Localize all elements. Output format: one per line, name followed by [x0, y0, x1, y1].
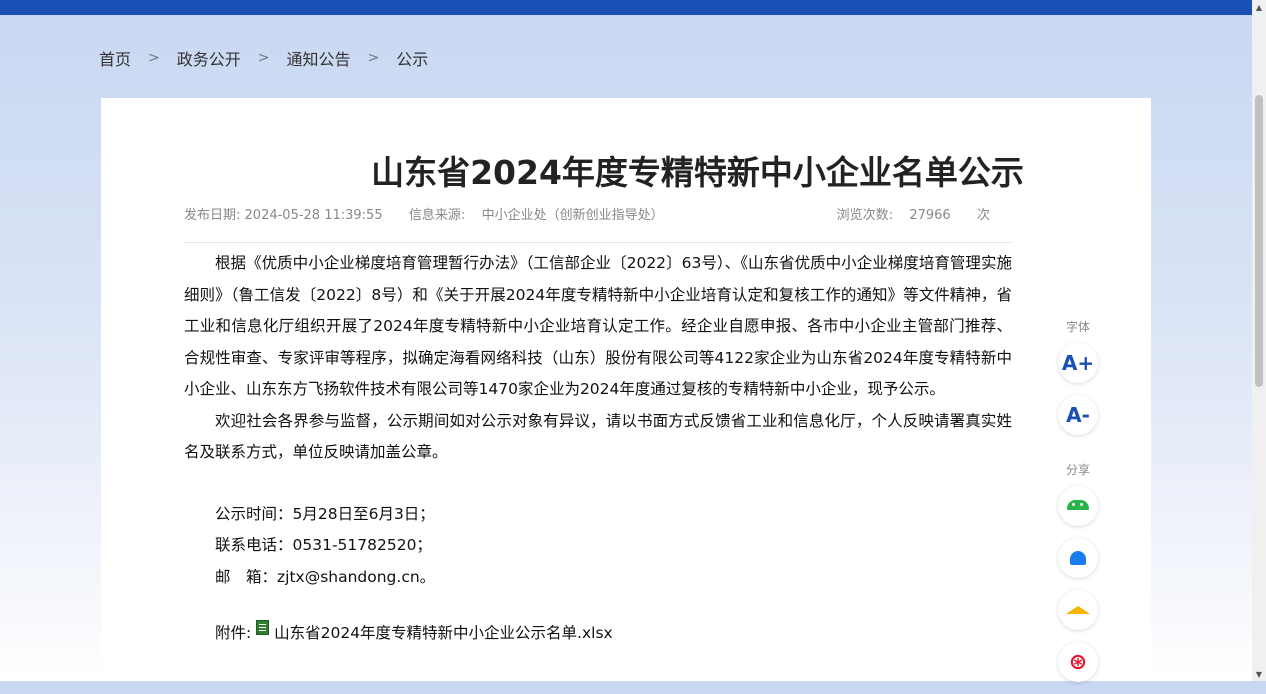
- article-title: 山东省2024年度专精特新中小企业名单公示: [371, 153, 1024, 192]
- share-qq-button[interactable]: [1058, 538, 1098, 578]
- paragraph-1: 根据《优质中小企业梯度培育管理暂行办法》（工信部企业〔2022〕63号）、《山东…: [184, 254, 1012, 398]
- scroll-up-arrow-icon[interactable]: ▲: [1252, 0, 1266, 14]
- contact-email: 邮 箱：zjtx@shandong.cn。: [215, 567, 436, 586]
- views-label: 浏览次数:: [836, 208, 894, 223]
- top-banner-bar: [0, 0, 1252, 15]
- wechat-icon: [1067, 500, 1089, 510]
- font-size-label: 字体: [1065, 320, 1090, 334]
- font-increase-button[interactable]: A+: [1058, 343, 1098, 383]
- breadcrumb-publicity[interactable]: 公示: [396, 46, 428, 70]
- breadcrumb-separator: >: [367, 50, 380, 66]
- attachment-link[interactable]: 山东省2024年度专精特新中小企业公示名单.xlsx: [274, 624, 613, 642]
- scroll-thumb[interactable]: [1255, 95, 1263, 387]
- share-weibo-button[interactable]: ⊛: [1058, 642, 1098, 682]
- font-decrease-icon: A-: [1066, 403, 1090, 427]
- breadcrumb: 首页 > 政务公开 > 通知公告 > 公示: [99, 46, 428, 70]
- share-label: 分享: [1065, 463, 1090, 477]
- breadcrumb-separator: >: [148, 50, 160, 66]
- weibo-icon: ⊛: [1068, 649, 1088, 675]
- breadcrumb-home[interactable]: 首页: [99, 46, 131, 70]
- attachment-label: 附件:: [215, 624, 252, 642]
- article-meta: 发布日期: 2024-05-28 11:39:55 信息来源: 中小企业处（创新…: [184, 204, 1012, 223]
- share-qzone-button[interactable]: [1058, 590, 1098, 630]
- meta-divider: [184, 242, 1012, 243]
- article-body: 根据《优质中小企业梯度培育管理暂行办法》（工信部企业〔2022〕63号）、《山东…: [184, 248, 1012, 650]
- date-label: 发布日期:: [184, 208, 241, 223]
- font-increase-icon: A+: [1061, 351, 1095, 375]
- breadcrumb-gov-affairs[interactable]: 政务公开: [177, 46, 241, 70]
- paragraph-2: 欢迎社会各界参与监督，公示期间如对公示对象有异议，请以书面方式反馈省工业和信息化…: [184, 411, 1012, 462]
- article-title-wrap: 山东省2024年度专精特新中小企业名单公示: [101, 146, 1266, 194]
- views-count: 27966: [909, 208, 951, 223]
- attachment-row: 附件: 山东省2024年度专精特新中小企业公示名单.xlsx: [184, 618, 1012, 650]
- breadcrumb-notices[interactable]: 通知公告: [287, 46, 351, 70]
- publicity-period: 公示时间：5月28日至6月3日；: [215, 504, 435, 523]
- source-label: 信息来源:: [408, 208, 466, 223]
- page-scrollbar[interactable]: ▲ ▼: [1252, 0, 1266, 681]
- side-toolbar: 字体 A+ A- 分享 ⊛: [1056, 318, 1100, 694]
- breadcrumb-separator: >: [257, 50, 270, 66]
- share-wechat-button[interactable]: [1058, 486, 1098, 526]
- publish-date: 2024-05-28 11:39:55: [244, 208, 383, 223]
- qq-icon: [1070, 551, 1086, 565]
- contact-phone: 联系电话：0531-51782520；: [215, 536, 432, 554]
- qzone-icon: [1066, 606, 1090, 614]
- source-value: 中小企业处（创新创业指导处）: [481, 208, 664, 223]
- scroll-down-arrow-icon[interactable]: ▼: [1252, 667, 1266, 681]
- font-decrease-button[interactable]: A-: [1058, 395, 1098, 435]
- views-unit: 次: [976, 208, 990, 223]
- excel-file-icon: [256, 620, 270, 635]
